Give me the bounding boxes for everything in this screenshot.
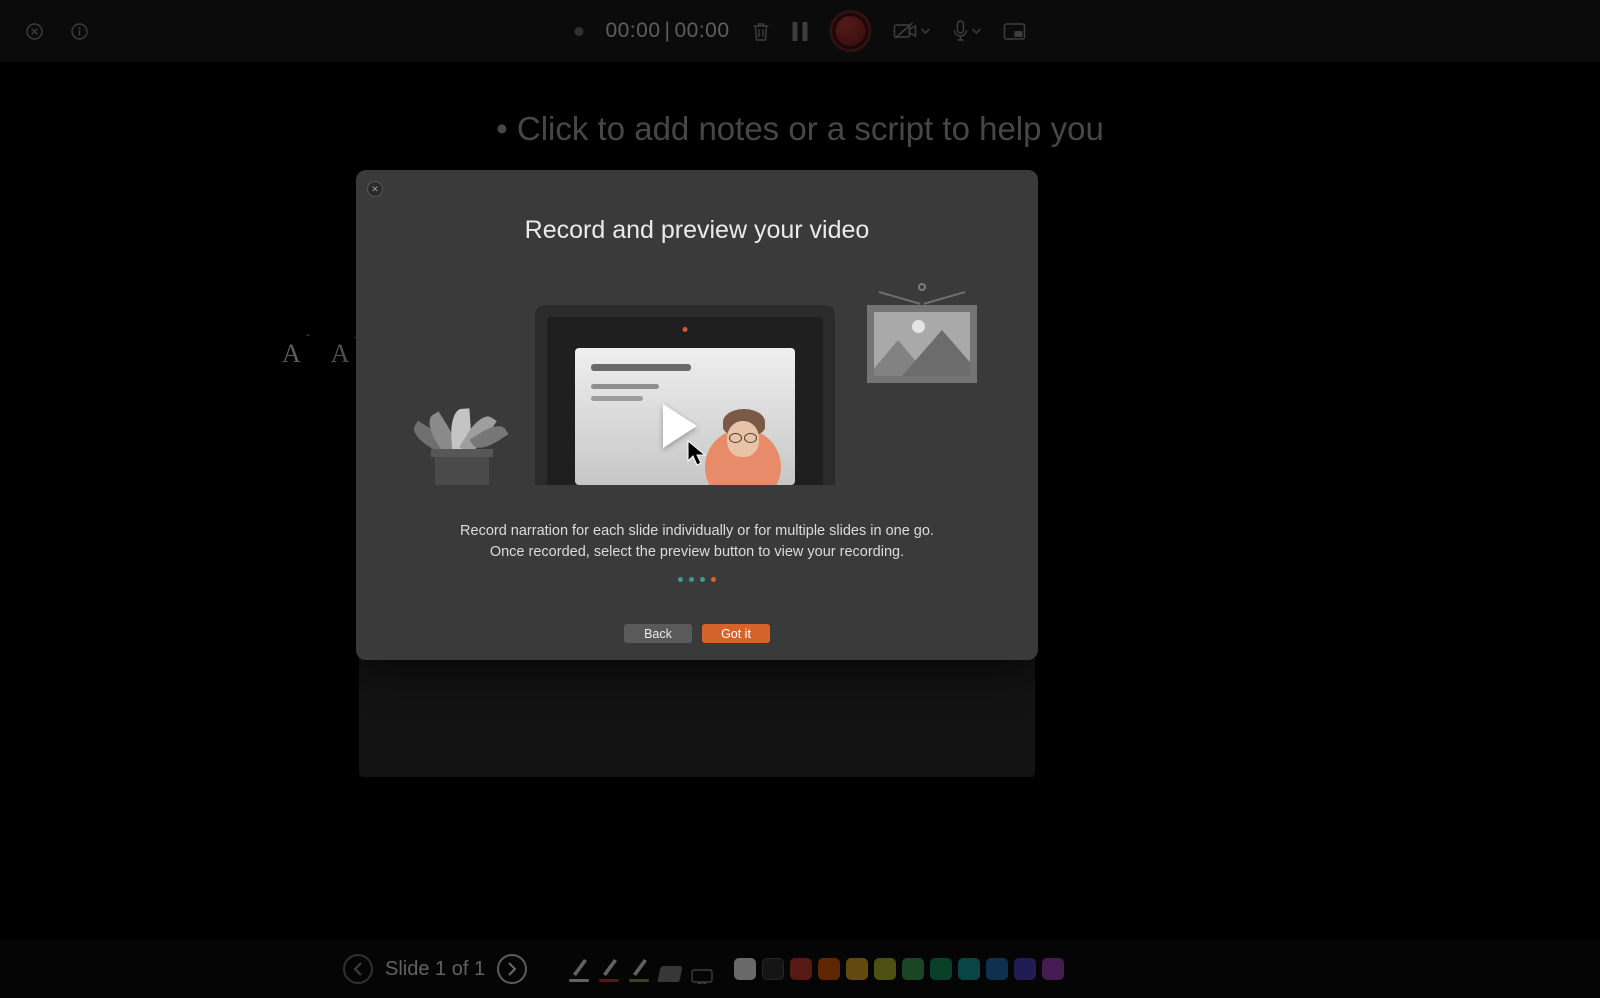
wall-picture-illustration bbox=[867, 295, 977, 389]
onboarding-modal: ✕ Record and preview your video bbox=[356, 170, 1038, 660]
modal-description: Record narration for each slide individu… bbox=[460, 521, 934, 563]
cursor-icon bbox=[687, 440, 709, 466]
modal-actions: Back Got it bbox=[624, 624, 770, 643]
step-dot-2[interactable] bbox=[700, 577, 705, 582]
modal-close-button[interactable]: ✕ bbox=[367, 181, 383, 197]
got-it-button[interactable]: Got it bbox=[702, 624, 770, 643]
modal-illustration bbox=[417, 305, 977, 485]
modal-title: Record and preview your video bbox=[525, 216, 870, 245]
plant-illustration bbox=[417, 365, 507, 485]
step-indicator bbox=[678, 577, 716, 582]
laptop-illustration bbox=[535, 305, 835, 485]
step-dot-3[interactable] bbox=[711, 577, 716, 582]
back-button[interactable]: Back bbox=[624, 624, 692, 643]
step-dot-0[interactable] bbox=[678, 577, 683, 582]
step-dot-1[interactable] bbox=[689, 577, 694, 582]
recording-studio-app: 00:00|00:00 • Click to add notes or a sc… bbox=[0, 0, 1600, 998]
